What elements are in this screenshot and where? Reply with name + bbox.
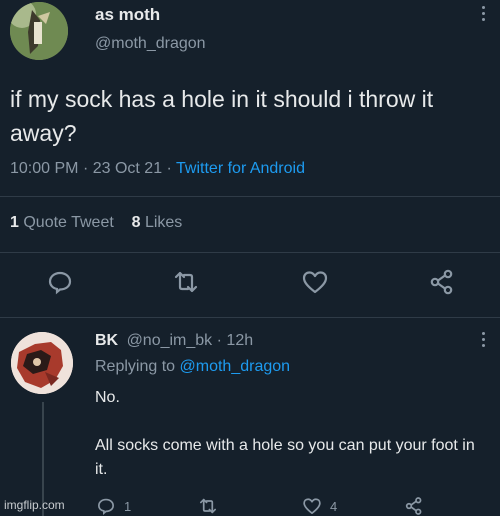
tweet-date[interactable]: 23 Oct 21 bbox=[93, 160, 162, 177]
reply-display-name[interactable]: BK bbox=[95, 332, 118, 349]
tweet-stats: 1 Quote Tweet 8 Likes bbox=[10, 214, 182, 232]
likes-label: Likes bbox=[144, 214, 183, 231]
reply-icon bbox=[97, 498, 115, 515]
tweet-meta: 10:00 PM · 23 Oct 21 · Twitter for Andro… bbox=[10, 160, 305, 178]
retweet-action[interactable] bbox=[198, 496, 226, 516]
watermark: imgflip.com bbox=[4, 498, 65, 512]
more-options-icon[interactable] bbox=[476, 6, 490, 26]
tweet-actions bbox=[0, 268, 500, 304]
display-name[interactable]: as moth bbox=[95, 5, 160, 25]
share-action[interactable] bbox=[404, 496, 432, 516]
reply-count: 1 bbox=[124, 498, 132, 514]
meta-separator: · bbox=[166, 160, 172, 177]
replying-to-mention[interactable]: @moth_dragon bbox=[180, 358, 291, 375]
reply-age[interactable]: 12h bbox=[226, 332, 253, 349]
replying-to: Replying to @moth_dragon bbox=[95, 358, 290, 376]
quote-tweets-stat[interactable]: 1 Quote Tweet bbox=[10, 214, 114, 231]
like-icon[interactable] bbox=[301, 268, 329, 296]
more-options-icon[interactable] bbox=[476, 332, 490, 352]
reply-actions: 1 4 bbox=[0, 496, 500, 516]
like-count: 8 bbox=[131, 214, 141, 231]
like-count: 4 bbox=[330, 498, 338, 514]
likes-stat[interactable]: 8 Likes bbox=[132, 214, 183, 231]
replying-to-label: Replying to bbox=[95, 358, 176, 375]
reply-icon[interactable] bbox=[46, 268, 74, 296]
reply-header: BK @no_im_bk · 12h bbox=[95, 332, 253, 350]
quote-count: 1 bbox=[10, 214, 19, 231]
reply-handle[interactable]: @no_im_bk bbox=[127, 332, 213, 349]
tweet-source[interactable]: Twitter for Android bbox=[176, 160, 305, 177]
avatar[interactable] bbox=[11, 332, 73, 394]
like-icon bbox=[303, 498, 321, 514]
like-action[interactable]: 4 bbox=[302, 496, 337, 516]
share-icon bbox=[405, 497, 422, 515]
retweet-icon bbox=[200, 498, 216, 514]
bk-avatar-image bbox=[11, 332, 73, 394]
divider bbox=[0, 317, 500, 318]
user-handle[interactable]: @moth_dragon bbox=[95, 35, 206, 53]
share-icon[interactable] bbox=[428, 268, 456, 296]
meta-separator: · bbox=[82, 160, 89, 177]
moth-avatar-image bbox=[10, 2, 68, 60]
reply-tweet: BK @no_im_bk · 12h Replying to @moth_dra… bbox=[0, 320, 500, 516]
retweet-icon[interactable] bbox=[172, 268, 200, 296]
reply-action[interactable]: 1 bbox=[96, 496, 131, 516]
reply-text: No. All socks come with a hole so you ca… bbox=[95, 386, 475, 506]
tweet-time[interactable]: 10:00 PM bbox=[10, 160, 78, 177]
quote-label: Quote Tweet bbox=[23, 214, 114, 231]
reply-line-1: No. bbox=[95, 389, 120, 406]
tweet-text: if my sock has a hole in it should i thr… bbox=[10, 86, 434, 146]
meta-separator: · bbox=[216, 332, 222, 349]
avatar[interactable] bbox=[10, 2, 68, 60]
divider bbox=[0, 252, 500, 253]
reply-line-2: All socks come with a hole so you can pu… bbox=[95, 437, 475, 478]
divider bbox=[0, 196, 500, 197]
main-tweet: as moth @moth_dragon if my sock has a ho… bbox=[0, 0, 500, 318]
